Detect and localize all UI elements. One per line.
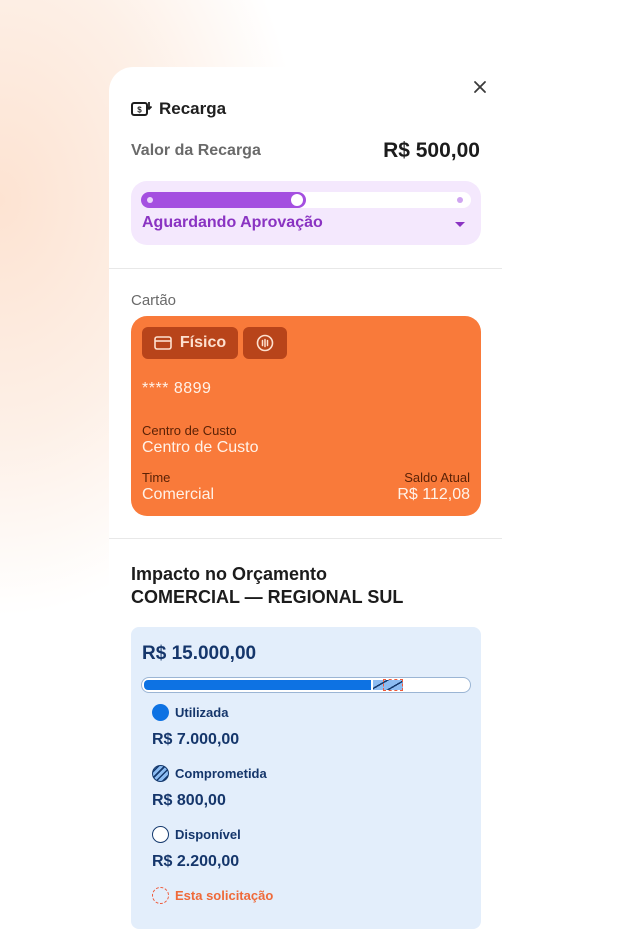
money-in-icon: $ [131,102,152,116]
panel-header: $ Recarga [131,99,226,119]
budget-bar-request [383,679,403,691]
legend-available-value: R$ 2.200,00 [152,853,240,870]
legend-committed-value: R$ 800,00 [152,792,226,809]
team-value: Comercial [142,486,215,503]
credit-card-icon [154,336,172,350]
card-type-label: Físico [179,334,227,351]
committed-swatch-icon [152,765,169,782]
balance-value: R$ 112,08 [397,486,470,503]
contactless-chip[interactable] [243,327,287,359]
available-swatch-icon [152,826,169,843]
status-text: Aguardando Aprovação [142,214,323,231]
legend-used-label: Utilizada [175,705,229,720]
balance-label: Saldo Atual [404,470,470,485]
divider [109,538,502,539]
legend-used: Utilizada [152,704,228,721]
divider [109,268,502,269]
budget-title-line1: Impacto no Orçamento [131,564,328,584]
recharge-panel: $ Recarga Valor da Recarga R$ 500,00 Agu… [109,67,502,951]
used-swatch-icon [152,704,169,721]
budget-impact-box: R$ 15.000,00 Utilizada R$ 7.000,00 Compr… [131,627,481,929]
legend-request: Esta solicitação [152,887,273,904]
recharge-value-row: Valor da Recarga R$ 500,00 [131,139,480,163]
budget-title: Impacto no Orçamento COMERCIAL — REGIONA… [131,563,403,609]
status-progress-track [141,192,471,208]
budget-total: R$ 15.000,00 [142,643,257,664]
cost-center-label: Centro de Custo [142,423,237,438]
svg-text:$: $ [137,106,142,115]
approval-status-dropdown[interactable]: Aguardando Aprovação [131,181,481,245]
budget-title-line2: COMERCIAL — REGIONAL SUL [131,587,404,607]
card-number: **** 8899 [142,380,212,397]
card-type-chip[interactable]: Físico [142,327,238,359]
team-label: Time [142,470,171,485]
legend-available-label: Disponível [175,827,241,842]
legend-available: Disponível [152,826,241,843]
recharge-value-label: Valor da Recarga [131,142,261,159]
contactless-icon [256,334,274,352]
recharge-value-amount: R$ 500,00 [383,139,480,162]
legend-used-value: R$ 7.000,00 [152,731,240,748]
cost-center-value: Centro de Custo [142,439,259,456]
legend-request-label: Esta solicitação [175,888,274,903]
budget-bar [141,677,471,693]
close-icon[interactable] [472,79,488,95]
budget-bar-used [144,680,371,690]
panel-title: Recarga [159,99,227,118]
progress-start-dot [147,197,153,203]
progress-end-dot [457,197,463,203]
legend-committed-label: Comprometida [175,766,267,781]
request-swatch-icon [152,887,169,904]
status-progress-fill [141,192,306,208]
progress-knob [291,194,303,206]
legend-committed: Comprometida [152,765,267,782]
chevron-down-icon[interactable] [455,222,465,227]
card-section-label: Cartão [131,292,177,309]
card-widget[interactable]: Físico **** 8899 Centro de Custo Centro … [131,316,481,516]
